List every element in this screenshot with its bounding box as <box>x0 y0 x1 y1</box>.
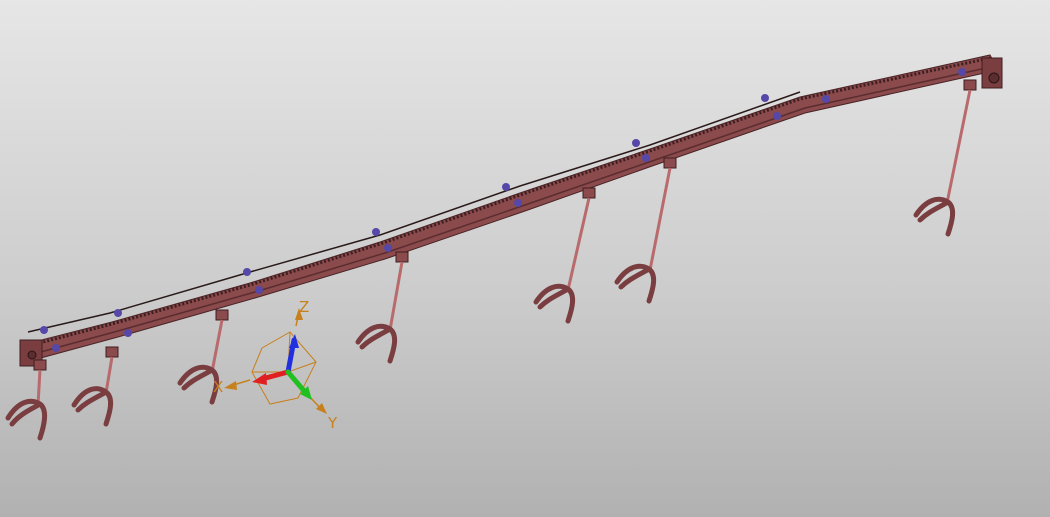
y-axis <box>285 369 308 395</box>
shift-fork[interactable] <box>355 251 409 364</box>
fastener <box>958 68 966 76</box>
shift-fork[interactable] <box>5 359 48 441</box>
model-scene[interactable]: Z X Y <box>0 0 1050 517</box>
shift-fork[interactable] <box>913 79 977 237</box>
x-axis-label: X <box>213 378 223 396</box>
coordinate-triad[interactable]: Z X Y <box>213 298 338 432</box>
shift-forks[interactable] <box>5 79 977 441</box>
z-axis-label: Z <box>299 298 309 316</box>
shift-fork[interactable] <box>614 157 677 304</box>
rail-end-bolt-left <box>27 350 37 360</box>
shift-fork[interactable] <box>71 346 119 427</box>
cad-viewport[interactable]: Z X Y <box>0 0 1050 517</box>
fastener <box>822 95 830 103</box>
x-axis-arrowhead <box>224 381 237 390</box>
y-axis-label: Y <box>327 414 338 432</box>
shift-fork[interactable] <box>533 187 596 324</box>
rail-end-bolt-right <box>988 72 1000 84</box>
guide-rod <box>27 91 801 333</box>
x-axis-cone <box>252 373 267 385</box>
rail-assembly[interactable] <box>19 54 1003 367</box>
